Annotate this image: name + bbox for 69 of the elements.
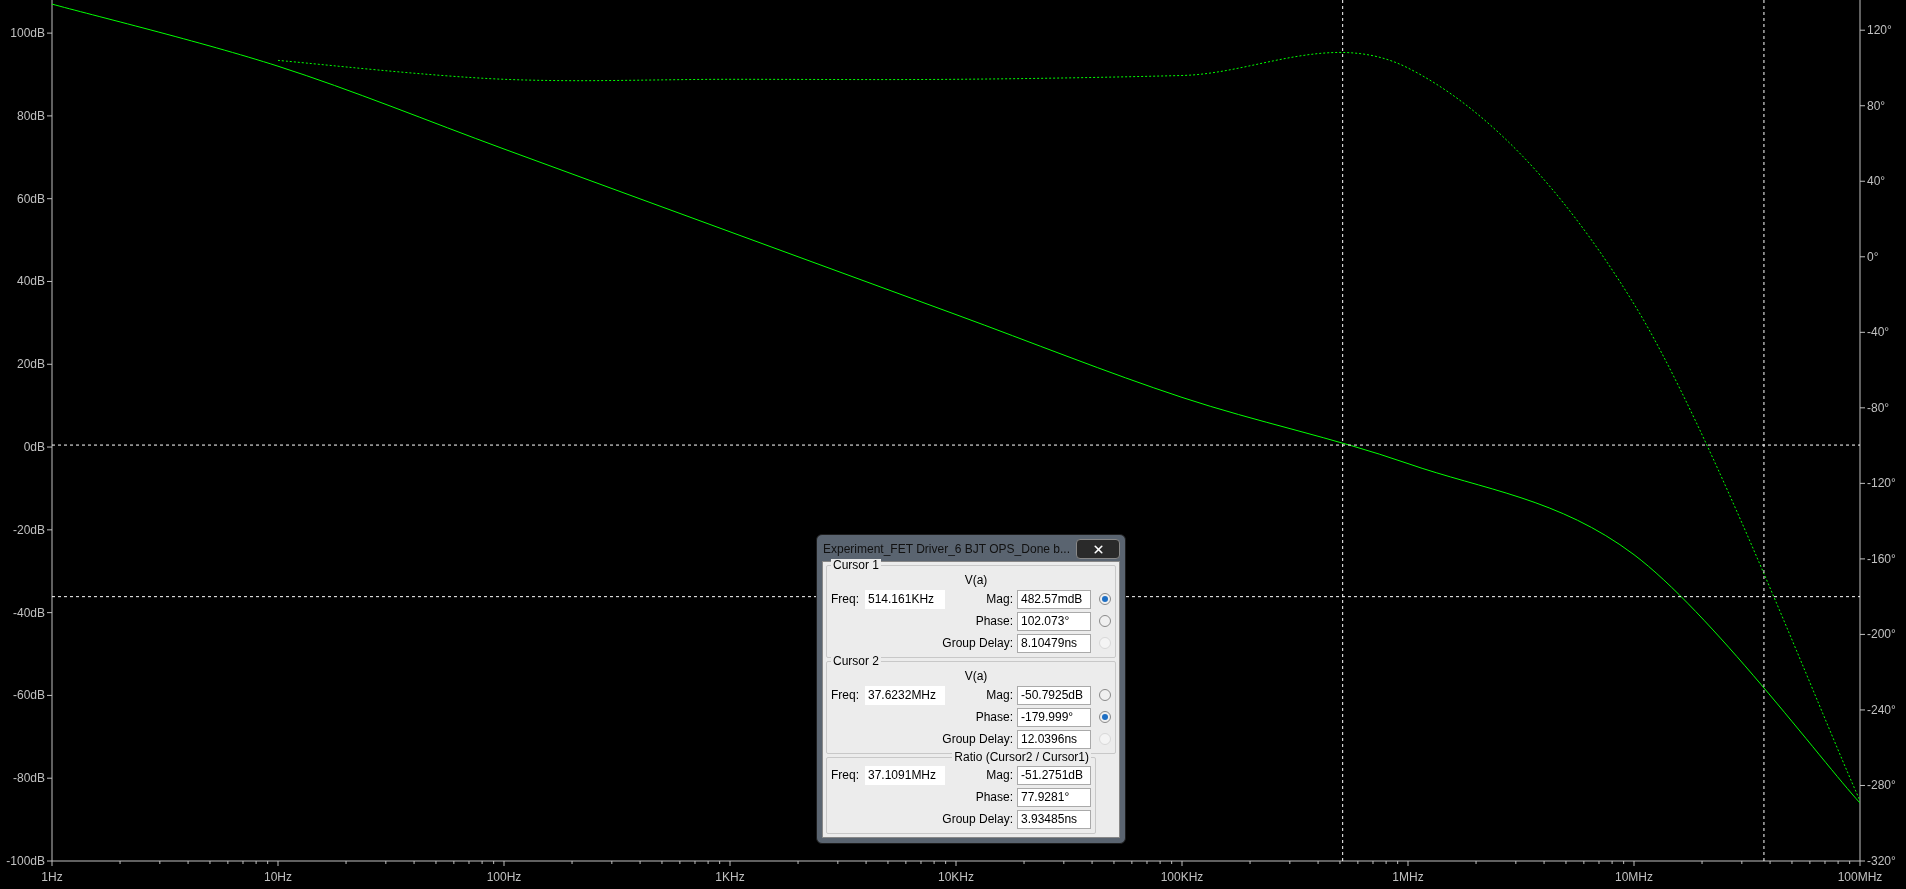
axis-label: 100MHz [1837, 870, 1883, 884]
axis-label: 40dB [16, 274, 45, 289]
axis-label: 60dB [16, 191, 45, 206]
radio-button[interactable] [1099, 593, 1111, 605]
axis-label: -40dB [12, 605, 45, 620]
value-field[interactable]: 77.9281° [1017, 787, 1091, 807]
cursor-line[interactable] [1763, 0, 1765, 862]
group-title: Ratio (Cursor2 / Cursor1) [952, 751, 1091, 764]
axis-label: 1MHz [1392, 870, 1424, 884]
cursor-line[interactable] [51, 444, 1861, 446]
value-field[interactable]: 3.93485ns [1017, 809, 1091, 829]
axis-label: 100KHz [1160, 870, 1204, 884]
axis-label: -80dB [12, 771, 45, 786]
axis-label: 40° [1867, 174, 1886, 189]
axis-label: -320° [1867, 854, 1896, 868]
field-label: Mag: [985, 767, 1013, 784]
field-label: Mag: [985, 591, 1013, 608]
field-label: Freq: [831, 767, 860, 784]
field-label: Phase: [974, 789, 1013, 806]
axis-label: -100dB [6, 854, 45, 868]
axis-label: -240° [1867, 702, 1896, 717]
freq-field[interactable]: 514.161KHz [865, 589, 945, 609]
radio-button[interactable] [1099, 689, 1111, 701]
radio-button[interactable] [1099, 711, 1111, 723]
axis-label: 80dB [16, 108, 45, 123]
axis-label: -200° [1867, 627, 1896, 642]
axis-label: 100dB [10, 26, 45, 41]
field-label: Freq: [831, 591, 860, 608]
field-label: Phase: [974, 709, 1013, 726]
axis-label: 10MHz [1615, 870, 1653, 884]
axis-label: 120° [1867, 23, 1892, 38]
axis-label: -160° [1867, 551, 1896, 566]
axis-label: 100Hz [486, 870, 522, 884]
close-icon [1091, 542, 1105, 556]
axis-label: -60dB [12, 688, 45, 703]
value-field[interactable]: -50.7925dB [1017, 685, 1091, 705]
axis-label: 80° [1867, 98, 1886, 113]
axis-label: 10KHz [938, 870, 974, 884]
value-field[interactable]: -51.2751dB [1017, 765, 1091, 785]
close-button[interactable] [1076, 539, 1120, 559]
axis-label: -20dB [12, 522, 45, 537]
value-field[interactable]: -179.999° [1017, 707, 1091, 727]
axis-label: -40° [1867, 325, 1890, 340]
axis-label: -280° [1867, 778, 1896, 793]
axis-label: 1KHz [715, 870, 745, 884]
axis-label: 0° [1867, 249, 1879, 264]
field-label: Phase: [974, 613, 1013, 630]
field-label: Group Delay: [942, 731, 1013, 748]
axis-label: 20dB [16, 357, 45, 372]
freq-field[interactable]: 37.1091MHz [865, 765, 945, 785]
freq-field[interactable]: 37.6232MHz [865, 685, 945, 705]
radio-button[interactable] [1099, 615, 1111, 627]
field-label: Mag: [985, 687, 1013, 704]
field-label: Group Delay: [942, 635, 1013, 652]
value-field[interactable]: 482.57mdB [1017, 589, 1091, 609]
trace-name: V(a) [964, 668, 988, 684]
axis-label: -120° [1867, 476, 1896, 491]
group-title: Cursor 1 [831, 559, 881, 572]
trace-name: V(a) [964, 572, 988, 588]
group-title: Cursor 2 [831, 655, 881, 668]
window-title: Experiment_FET Driver_6 BJT OPS_Done b... [823, 541, 1070, 558]
cursor-line[interactable] [1342, 0, 1344, 862]
value-field[interactable]: 102.073° [1017, 611, 1091, 631]
axis-label: 1Hz [41, 870, 63, 884]
field-label: Freq: [831, 687, 860, 704]
axis-label: -80° [1867, 400, 1890, 415]
axis-label: 0dB [23, 440, 45, 455]
axis-label: 10Hz [264, 870, 292, 884]
field-label: Group Delay: [942, 811, 1013, 828]
